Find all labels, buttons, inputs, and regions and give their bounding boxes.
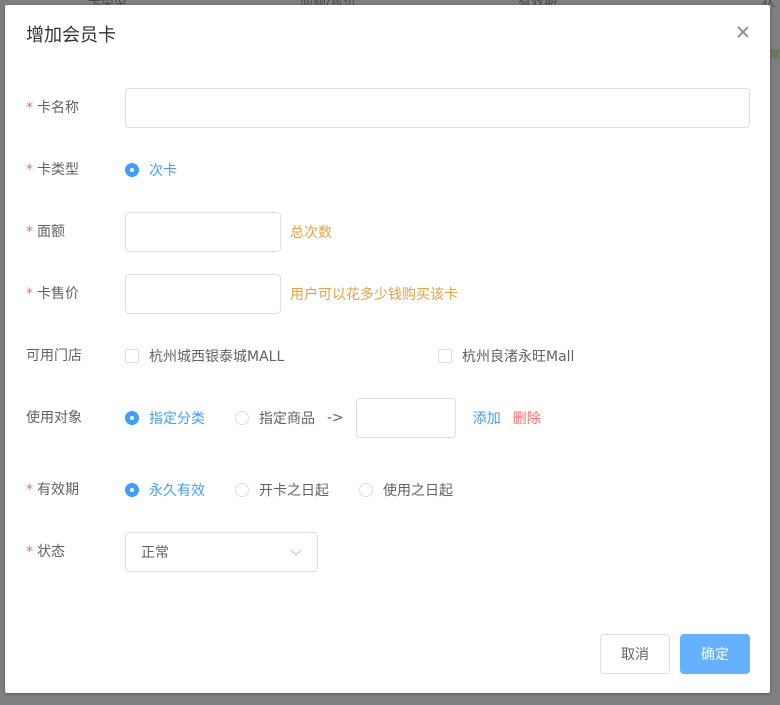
form-label: * 状态	[26, 532, 125, 572]
delete-link[interactable]: 删除	[513, 408, 541, 428]
validity-radio-open-date[interactable]: 开卡之日起	[235, 480, 329, 500]
radio-label: 次卡	[149, 163, 177, 179]
card-name-input[interactable]	[125, 88, 750, 128]
price-hint: 用户可以花多少钱购买该卡	[290, 287, 458, 303]
validity-radio-use-date[interactable]: 使用之日起	[359, 480, 453, 500]
checkbox-icon	[125, 349, 139, 363]
form-row-card-name: * 卡名称	[26, 88, 750, 128]
target-radio-product[interactable]: 指定商品	[235, 408, 315, 428]
required-mark: *	[26, 482, 33, 498]
status-select[interactable]: 正常	[125, 532, 318, 572]
form-label: * 卡售价	[26, 274, 125, 314]
face-value-hint: 总次数	[290, 225, 332, 241]
face-value-label: 面额	[37, 224, 65, 240]
store-checkbox-liangzhu[interactable]: 杭州良渚永旺Mall	[438, 346, 574, 366]
form-row-status: * 状态 正常	[26, 532, 318, 572]
chevron-down-icon	[290, 544, 302, 556]
form-row-card-type: * 卡类型 次卡	[26, 150, 207, 190]
target-input[interactable]	[355, 398, 456, 438]
form-label: * 有效期	[26, 470, 125, 510]
radio-label: 永久有效	[149, 483, 205, 499]
radio-unchecked-icon	[359, 483, 373, 497]
radio-label: 指定分类	[149, 411, 205, 427]
target-label: 使用对象	[26, 410, 82, 426]
required-mark: *	[26, 224, 33, 240]
radio-checked-icon	[125, 163, 139, 177]
close-icon[interactable]	[736, 25, 750, 39]
price-input[interactable]	[125, 274, 281, 314]
dialog-title: 增加会员卡	[26, 25, 116, 46]
target-radio-category[interactable]: 指定分类	[125, 408, 205, 428]
confirm-button[interactable]: 确定	[680, 634, 750, 674]
required-mark: *	[26, 286, 33, 302]
add-member-card-dialog: 增加会员卡 * 卡名称 * 卡类型 次卡 * 面额 总次数 * 卡售价 用户可以花多少钱…	[5, 5, 770, 693]
radio-label: 使用之日起	[383, 483, 453, 499]
radio-checked-icon	[125, 483, 139, 497]
form-row-face-value: * 面额 总次数	[26, 212, 332, 252]
radio-label: 指定商品	[259, 411, 315, 427]
checkbox-icon	[438, 349, 452, 363]
form-label: * 面额	[26, 212, 125, 252]
form-row-target: 使用对象 指定分类 指定商品 -> 添加 删除	[26, 398, 541, 438]
face-value-input[interactable]	[125, 212, 281, 252]
form-row-validity: * 有效期 永久有效 开卡之日起 使用之日起	[26, 470, 483, 510]
add-link[interactable]: 添加	[473, 408, 501, 428]
status-label: 状态	[37, 544, 65, 560]
form-label: * 卡名称	[26, 88, 125, 128]
stores-label: 可用门店	[26, 348, 82, 364]
form-row-stores: 可用门店 杭州城西银泰城MALL 杭州良渚永旺Mall	[26, 336, 574, 376]
store-checkbox-chengxi[interactable]: 杭州城西银泰城MALL	[125, 346, 438, 366]
radio-label: 开卡之日起	[259, 483, 329, 499]
radio-unchecked-icon	[235, 483, 249, 497]
required-mark: *	[26, 100, 33, 116]
price-label: 卡售价	[37, 286, 79, 302]
form-row-price: * 卡售价 用户可以花多少钱购买该卡	[26, 274, 458, 314]
required-mark: *	[26, 544, 33, 560]
validity-label: 有效期	[37, 482, 79, 498]
card-type-label: 卡类型	[37, 162, 79, 178]
radio-unchecked-icon	[235, 411, 249, 425]
validity-radio-permanent[interactable]: 永久有效	[125, 480, 205, 500]
status-select-value: 正常	[141, 545, 169, 561]
card-name-label: 卡名称	[37, 100, 79, 116]
card-type-radio-times[interactable]: 次卡	[125, 160, 177, 180]
checkbox-label: 杭州良渚永旺Mall	[462, 349, 575, 365]
form-label: * 卡类型	[26, 150, 125, 190]
arrow-text: ->	[327, 410, 344, 426]
cancel-button[interactable]: 取消	[600, 634, 670, 674]
checkbox-label: 杭州城西银泰城MALL	[149, 349, 285, 365]
required-mark: *	[26, 162, 33, 178]
radio-checked-icon	[125, 411, 139, 425]
